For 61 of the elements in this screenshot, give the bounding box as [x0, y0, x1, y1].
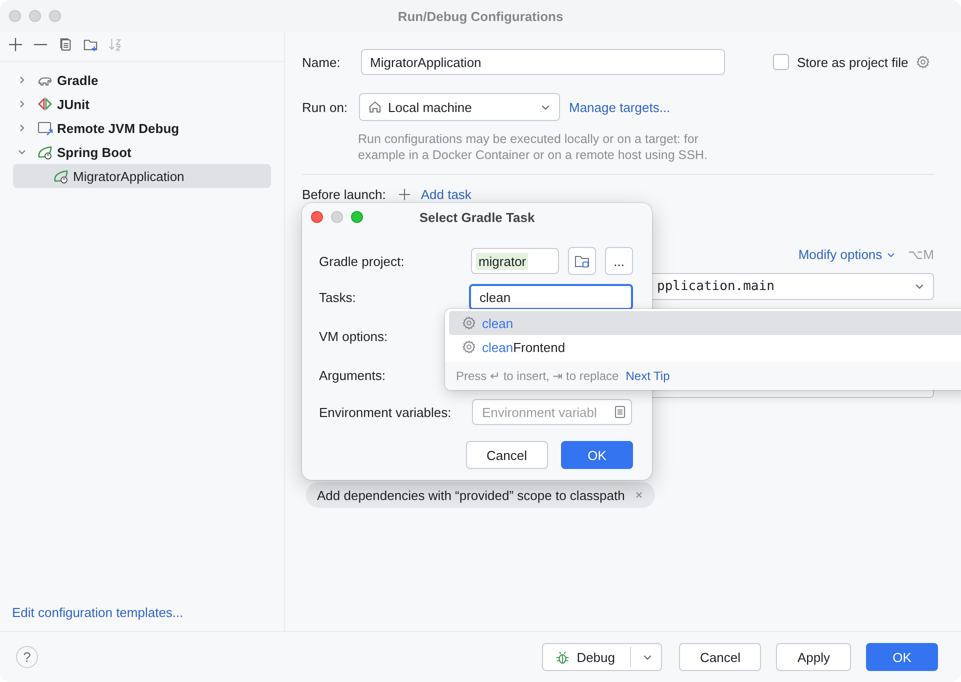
dialog-button[interactable]: Apply	[776, 643, 851, 671]
completion-item[interactable]: cleanFrontend	[449, 335, 961, 359]
field-label: Arguments:	[319, 368, 386, 382]
field-label: Environment variables:	[319, 404, 452, 420]
gear-icon	[462, 340, 476, 354]
run-on-dropdown[interactable]: Local machine	[359, 93, 560, 121]
chevron-right-icon[interactable]	[17, 123, 27, 133]
remote-debug-icon	[37, 120, 53, 136]
before-launch-label: Before launch:	[302, 186, 386, 202]
run-on-label: Run on:	[302, 100, 349, 114]
more-button[interactable]: ...	[605, 247, 633, 275]
tree-item[interactable]: Gradle	[13, 68, 271, 92]
add-icon[interactable]	[398, 188, 411, 200]
document-icon[interactable]	[613, 405, 627, 419]
manage-targets-link[interactable]: Manage targets...	[569, 100, 670, 114]
close-icon[interactable]	[634, 490, 644, 500]
tree-item[interactable]: Spring Boot	[13, 140, 271, 164]
spring-boot-icon	[37, 144, 53, 160]
chevron-right-icon[interactable]	[17, 75, 27, 85]
folder-icon	[574, 253, 590, 269]
chip-label: Add dependencies with “provided” scope to classpath	[317, 488, 625, 502]
ok-button[interactable]: OK	[561, 441, 633, 469]
help-button[interactable]: ?	[16, 646, 38, 668]
name-label: Name:	[302, 54, 342, 70]
tree-item[interactable]: JUnit	[13, 92, 271, 116]
tree-item[interactable]: Remote JVM Debug	[13, 116, 271, 140]
hint-text: Run configurations may be executed locally or on a target: for example in a Docker Container or on a remote host using SSH.	[358, 131, 708, 163]
bug-icon	[554, 650, 570, 664]
completion-hint: Press ↵ to insert, ⇥ to replace	[456, 369, 619, 383]
junit-icon	[37, 96, 53, 112]
checkbox-label: Store as project file	[797, 54, 908, 70]
name-field[interactable]: MigratorApplication	[361, 49, 725, 75]
shortcut-text: ⌥M	[908, 247, 934, 262]
ok-button[interactable]: OK	[866, 643, 938, 671]
tasks-field[interactable]: clean	[469, 284, 633, 310]
spring-boot-icon	[53, 168, 69, 184]
close-button[interactable]	[311, 211, 323, 223]
field-label: Tasks:	[319, 290, 357, 304]
cancel-button[interactable]: Cancel	[466, 441, 548, 469]
add-task-link[interactable]: Add task	[420, 186, 472, 202]
browse-button[interactable]	[568, 247, 596, 275]
zoom-button[interactable]	[351, 211, 363, 223]
gear-icon	[462, 316, 476, 330]
tree-item[interactable]: MigratorApplication	[13, 164, 271, 188]
chevron-down-icon[interactable]	[17, 147, 27, 157]
project-field[interactable]: migrator	[471, 248, 560, 274]
window-title: Run/Debug Configurations	[398, 8, 564, 24]
dialog-button[interactable]: Cancel	[679, 643, 762, 671]
field-label: Gradle project:	[319, 254, 406, 268]
debug-button[interactable]: Debug	[542, 643, 662, 671]
copy-icon[interactable]	[58, 36, 73, 52]
field-label: VM options:	[319, 328, 388, 344]
next-tip-link[interactable]: Next Tip	[626, 369, 670, 383]
chevron-right-icon[interactable]	[17, 99, 27, 109]
modify-options-link[interactable]: Modify options	[798, 247, 882, 262]
home-icon	[368, 100, 382, 114]
edit-templates-link[interactable]: Edit configuration templates...	[12, 605, 284, 620]
add-icon[interactable]	[8, 36, 23, 52]
dialog-title: Select Gradle Task	[419, 210, 535, 224]
checkbox[interactable]	[773, 54, 789, 70]
gear-icon	[916, 55, 930, 69]
